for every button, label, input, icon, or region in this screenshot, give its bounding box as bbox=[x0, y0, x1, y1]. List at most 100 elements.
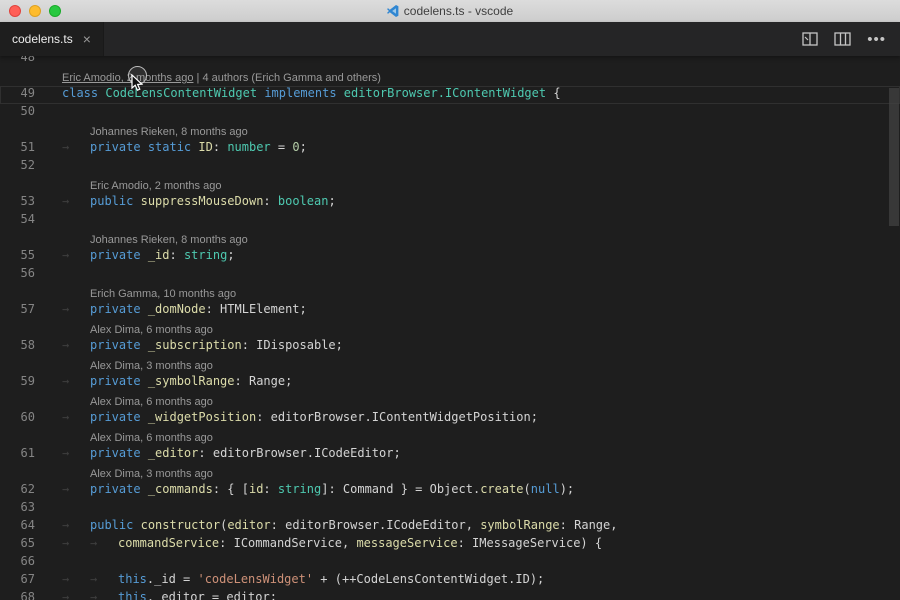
close-window-button[interactable] bbox=[9, 5, 21, 17]
code-line[interactable]: 61→private _editor: editorBrowser.ICodeE… bbox=[0, 446, 900, 464]
codelens-link[interactable]: Eric Amodio, 2 months ago bbox=[90, 180, 221, 192]
code-content[interactable] bbox=[46, 500, 62, 518]
code-token: 0 bbox=[292, 140, 299, 154]
code-content[interactable]: →private _editor: editorBrowser.ICodeEdi… bbox=[46, 446, 401, 464]
code-content[interactable]: →→this._id = 'codeLensWidget' + (++CodeL… bbox=[46, 572, 544, 590]
code-content[interactable]: →→commandService: ICommandService, messa… bbox=[46, 536, 602, 554]
code-line[interactable]: 63 bbox=[0, 500, 900, 518]
split-editor-icon[interactable] bbox=[802, 32, 818, 46]
line-number: 60 bbox=[0, 410, 46, 428]
code-content[interactable]: →private _id: string; bbox=[46, 248, 235, 266]
code-content[interactable] bbox=[46, 212, 62, 230]
code-content[interactable]: →public suppressMouseDown: boolean; bbox=[46, 194, 336, 212]
line-number: 62 bbox=[0, 482, 46, 500]
code-content[interactable] bbox=[46, 56, 62, 68]
codelens-row[interactable]: Erich Gamma, 10 months ago bbox=[0, 284, 900, 302]
tab-whitespace-arrow-icon: → bbox=[62, 248, 90, 262]
code-line[interactable]: 57→private _domNode: HTMLElement; bbox=[0, 302, 900, 320]
traffic-lights bbox=[9, 0, 61, 22]
codelens-content: Alex Dima, 6 months ago bbox=[46, 428, 213, 446]
code-line[interactable]: 64→public constructor(editor: editorBrow… bbox=[0, 518, 900, 536]
code-line[interactable]: 67→→this._id = 'codeLensWidget' + (++Cod… bbox=[0, 572, 900, 590]
code-content[interactable] bbox=[46, 554, 62, 572]
code-token: : bbox=[213, 140, 227, 154]
code-line[interactable]: 51→private static ID: number = 0; bbox=[0, 140, 900, 158]
code-token: ) { bbox=[580, 536, 602, 550]
code-content[interactable] bbox=[46, 158, 62, 176]
code-line[interactable]: 68→→this._editor = editor; bbox=[0, 590, 900, 600]
code-token bbox=[141, 140, 148, 154]
line-number: 67 bbox=[0, 572, 46, 590]
codelens-row[interactable]: Johannes Rieken, 8 months ago bbox=[0, 230, 900, 248]
code-token: private bbox=[90, 374, 141, 388]
code-token: private bbox=[90, 302, 141, 316]
code-line[interactable]: 60→private _widgetPosition: editorBrowse… bbox=[0, 410, 900, 428]
code-line[interactable]: 52 bbox=[0, 158, 900, 176]
code-content[interactable] bbox=[46, 266, 62, 284]
line-number: 66 bbox=[0, 554, 46, 572]
code-token bbox=[141, 302, 148, 316]
line-number: 54 bbox=[0, 212, 46, 230]
code-token: ]: Command } = Object. bbox=[321, 482, 480, 496]
codelens-link[interactable]: Johannes Rieken, 8 months ago bbox=[90, 234, 248, 246]
codelens-link[interactable]: Erich Gamma, 10 months ago bbox=[90, 288, 236, 300]
code-line[interactable]: 65→→commandService: ICommandService, mes… bbox=[0, 536, 900, 554]
code-line[interactable]: 55→private _id: string; bbox=[0, 248, 900, 266]
tab-whitespace-arrow-icon: → bbox=[62, 338, 90, 352]
codelens-row[interactable]: Alex Dima, 3 months ago bbox=[0, 464, 900, 482]
code-token: : bbox=[170, 248, 184, 262]
code-line[interactable]: 56 bbox=[0, 266, 900, 284]
titlebar: codelens.ts - vscode bbox=[0, 0, 900, 23]
code-content[interactable]: class CodeLensContentWidget implements e… bbox=[46, 86, 561, 104]
codelens-row[interactable]: Johannes Rieken, 8 months ago bbox=[0, 122, 900, 140]
tab-codelens-ts[interactable]: codelens.ts × bbox=[0, 22, 104, 56]
codelens-link[interactable]: Alex Dima, 6 months ago bbox=[90, 324, 213, 336]
code-content[interactable]: →private static ID: number = 0; bbox=[46, 140, 307, 158]
codelens-link[interactable]: Alex Dima, 6 months ago bbox=[90, 396, 213, 408]
code-content[interactable]: →private _symbolRange: Range; bbox=[46, 374, 292, 392]
codelens-link[interactable]: 4 authors (Erich Gamma and others) bbox=[202, 72, 381, 84]
codelens-link[interactable]: Johannes Rieken, 8 months ago bbox=[90, 126, 248, 138]
codelens-link[interactable]: Alex Dima, 3 months ago bbox=[90, 468, 213, 480]
code-token bbox=[133, 518, 140, 532]
editor[interactable]: 48Eric Amodio, 2 months ago | 4 authors … bbox=[0, 56, 900, 600]
code-line[interactable]: 53→public suppressMouseDown: boolean; bbox=[0, 194, 900, 212]
code-token: { bbox=[546, 86, 560, 100]
code-content[interactable]: →private _widgetPosition: editorBrowser.… bbox=[46, 410, 538, 428]
code-line[interactable]: 66 bbox=[0, 554, 900, 572]
code-content[interactable]: →private _domNode: HTMLElement; bbox=[46, 302, 307, 320]
codelens-row[interactable]: Alex Dima, 6 months ago bbox=[0, 428, 900, 446]
code-line[interactable]: 62→private _commands: { [id: string]: Co… bbox=[0, 482, 900, 500]
line-number bbox=[0, 284, 46, 302]
code-content[interactable]: →private _subscription: IDisposable; bbox=[46, 338, 343, 356]
code-content[interactable]: →public constructor(editor: editorBrowse… bbox=[46, 518, 617, 536]
code-token: ; bbox=[300, 140, 307, 154]
tab-bar: codelens.ts × ••• bbox=[0, 22, 900, 56]
codelens-content: Johannes Rieken, 8 months ago bbox=[46, 122, 248, 140]
code-token: ); bbox=[560, 482, 574, 496]
code-content[interactable]: →→this._editor = editor; bbox=[46, 590, 277, 600]
code-token: symbolRange bbox=[480, 518, 559, 532]
code-token: public bbox=[90, 518, 133, 532]
more-actions-icon[interactable]: ••• bbox=[867, 31, 886, 48]
code-token: ( bbox=[524, 482, 531, 496]
toggle-layout-icon[interactable] bbox=[834, 32, 851, 46]
codelens-link[interactable]: Alex Dima, 6 months ago bbox=[90, 432, 213, 444]
code-line[interactable]: 54 bbox=[0, 212, 900, 230]
minimize-window-button[interactable] bbox=[29, 5, 41, 17]
codelens-row[interactable]: Eric Amodio, 2 months ago bbox=[0, 176, 900, 194]
codelens-row[interactable]: Alex Dima, 6 months ago bbox=[0, 320, 900, 338]
code-line[interactable]: 59→private _symbolRange: Range; bbox=[0, 374, 900, 392]
close-tab-icon[interactable]: × bbox=[83, 32, 91, 46]
code-line[interactable]: 50 bbox=[0, 104, 900, 122]
code-token: number bbox=[227, 140, 270, 154]
zoom-window-button[interactable] bbox=[49, 5, 61, 17]
code-content[interactable]: →private _commands: { [id: string]: Comm… bbox=[46, 482, 574, 500]
code-content[interactable] bbox=[46, 104, 62, 122]
codelens-row[interactable]: Alex Dima, 6 months ago bbox=[0, 392, 900, 410]
code-line[interactable]: 58→private _subscription: IDisposable; bbox=[0, 338, 900, 356]
codelens-link[interactable]: Alex Dima, 3 months ago bbox=[90, 360, 213, 372]
vertical-scrollbar-thumb[interactable] bbox=[889, 88, 899, 226]
code-token: _id bbox=[148, 248, 170, 262]
codelens-row[interactable]: Alex Dima, 3 months ago bbox=[0, 356, 900, 374]
